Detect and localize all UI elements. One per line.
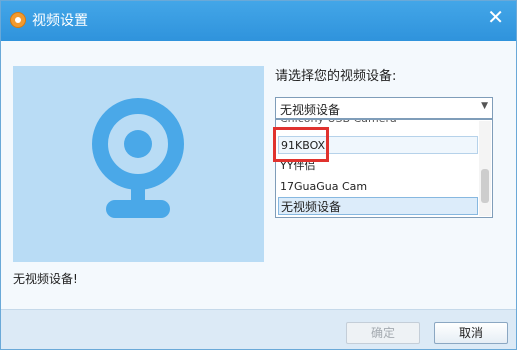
title-bar[interactable]: 视频设置 ✕ (1, 1, 516, 41)
webcam-icon (92, 98, 184, 218)
app-logo-icon (10, 12, 26, 28)
video-preview (13, 66, 264, 262)
device-select[interactable]: 无视频设备 ▼ (275, 97, 493, 119)
dialog-content: 无视频设备! 请选择您的视频设备: 无视频设备 ▼ Chicony USB Ca… (1, 41, 516, 309)
device-select-label: 请选择您的视频设备: (275, 69, 397, 84)
ok-button[interactable]: 确定 (346, 322, 420, 344)
dialog-footer: 确定 取消 (1, 309, 516, 349)
video-settings-dialog: 视频设置 ✕ 无视频设备! 请选择您的视频设备: 无视频设备 ▼ Chicony… (0, 0, 517, 350)
chevron-down-icon[interactable]: ▼ (481, 101, 488, 111)
no-device-message: 无视频设备! (13, 272, 78, 286)
dialog-title: 视频设置 (32, 13, 88, 29)
close-button[interactable]: ✕ (487, 7, 504, 27)
cancel-button[interactable]: 取消 (434, 322, 508, 344)
dropdown-option[interactable]: 17GuaGua Cam (278, 178, 478, 196)
dropdown-option-selected[interactable]: 无视频设备 (278, 197, 478, 215)
selected-device: 无视频设备 (280, 103, 341, 117)
annotation-highlight-box (273, 127, 329, 162)
scroll-thumb[interactable] (481, 169, 489, 203)
dropdown-scrollbar[interactable] (479, 121, 491, 216)
